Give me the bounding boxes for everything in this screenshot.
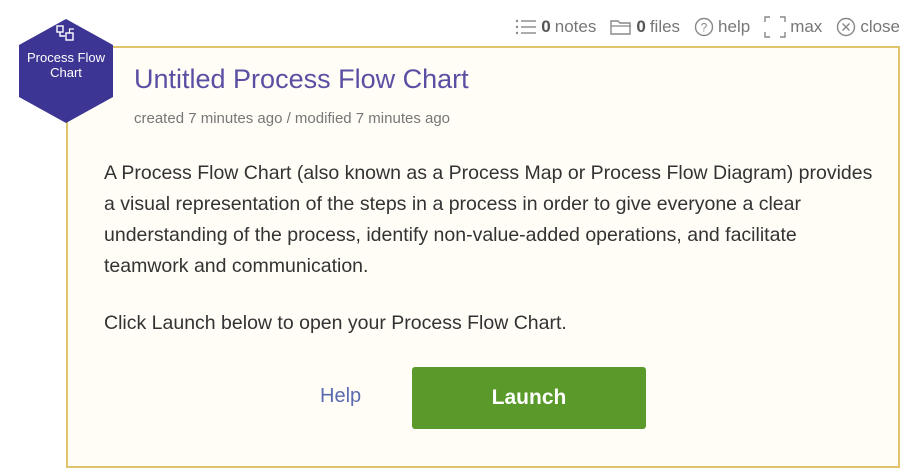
files-count: 0: [636, 17, 646, 36]
max-button[interactable]: max: [764, 16, 822, 38]
close-label: close: [860, 17, 900, 36]
notes-count: 0: [541, 17, 551, 36]
help-label: help: [718, 17, 751, 36]
badge-label: Process Flow Chart: [18, 50, 114, 80]
notes-label: notes: [554, 17, 597, 36]
files-button[interactable]: 0 files: [610, 17, 680, 37]
badge-label-line2: Chart: [50, 65, 82, 80]
help-button[interactable]: ? help: [694, 17, 750, 37]
top-toolbar: 0 notes 0 files ? help max close: [515, 16, 900, 38]
notes-button[interactable]: 0 notes: [515, 17, 596, 37]
files-label: files: [649, 17, 681, 36]
list-icon: [515, 18, 537, 36]
close-circle-icon: [836, 17, 856, 37]
timestamp-meta: created 7 minutes ago / modified 7 minut…: [134, 110, 451, 127]
folder-icon: [610, 18, 632, 36]
page: 0 notes 0 files ? help max close Process…: [0, 0, 910, 476]
close-button[interactable]: close: [836, 17, 900, 37]
max-label: max: [790, 17, 823, 36]
help-link[interactable]: Help: [320, 385, 361, 408]
instruction-text: Click Launch below to open your Process …: [104, 312, 567, 334]
description-text: A Process Flow Chart (also known as a Pr…: [104, 162, 873, 277]
page-title: Untitled Process Flow Chart: [134, 64, 469, 94]
question-circle-icon: ?: [694, 17, 714, 37]
badge-label-line1: Process Flow: [26, 50, 106, 65]
launch-button[interactable]: Launch: [412, 367, 646, 429]
tool-badge: Process Flow Chart: [18, 18, 114, 124]
svg-text:?: ?: [701, 21, 708, 35]
maximize-icon: [764, 16, 786, 38]
